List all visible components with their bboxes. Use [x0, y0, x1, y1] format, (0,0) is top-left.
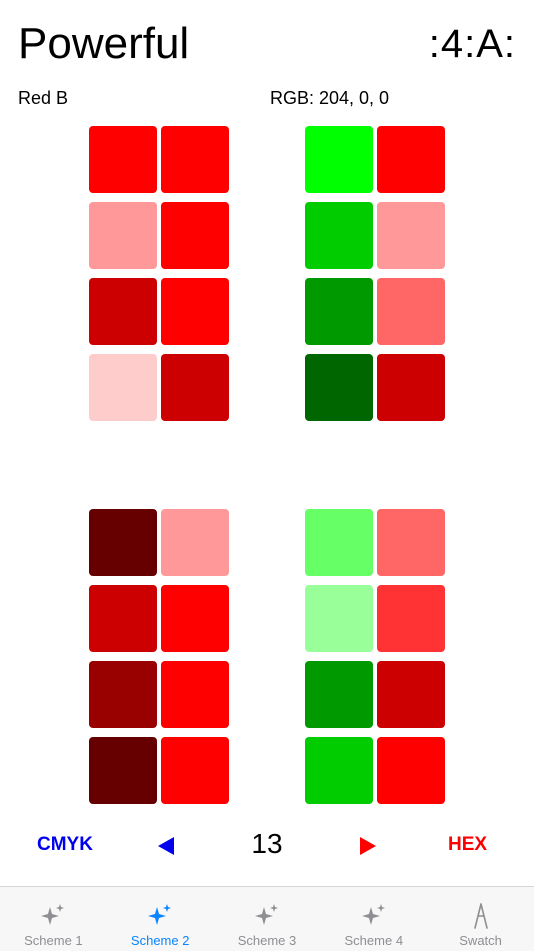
swatch-icon	[473, 903, 488, 929]
color-swatch[interactable]	[377, 585, 445, 652]
sparkle-icon	[361, 904, 385, 925]
color-swatch[interactable]	[377, 509, 445, 576]
color-swatch[interactable]	[305, 661, 373, 728]
color-swatch[interactable]	[305, 202, 373, 269]
color-swatch[interactable]	[377, 737, 445, 804]
color-swatch[interactable]	[161, 585, 229, 652]
tab-label: Swatch	[459, 933, 502, 948]
color-swatch[interactable]	[305, 585, 373, 652]
color-swatch[interactable]	[305, 278, 373, 345]
tab-scheme-2[interactable]: Scheme 2	[107, 887, 214, 951]
next-arrow-icon[interactable]	[360, 837, 376, 855]
color-swatch[interactable]	[161, 661, 229, 728]
tab-scheme-1[interactable]: Scheme 1	[0, 887, 107, 951]
scheme-grid-top-right	[305, 126, 445, 421]
color-name: Red B	[18, 88, 69, 108]
color-swatch[interactable]	[161, 126, 229, 193]
color-swatch[interactable]	[89, 737, 157, 804]
scheme-grid-bottom-left	[89, 509, 229, 804]
color-swatch[interactable]	[161, 278, 229, 345]
sparkle-icon	[254, 904, 278, 925]
color-swatch[interactable]	[305, 354, 373, 421]
bottom-controls: CMYK 13 HEX	[0, 824, 534, 868]
menu-button[interactable]: :4:A:	[429, 18, 516, 70]
sparkle-icon	[41, 904, 65, 925]
tab-label: Scheme 4	[344, 933, 404, 948]
tab-scheme-3[interactable]: Scheme 3	[214, 887, 321, 951]
sparkle-icon	[148, 904, 172, 925]
color-swatch[interactable]	[161, 354, 229, 421]
color-swatch[interactable]	[305, 509, 373, 576]
color-swatch[interactable]	[305, 126, 373, 193]
color-swatch[interactable]	[89, 278, 157, 345]
color-swatch[interactable]	[305, 737, 373, 804]
tab-label: Scheme 3	[237, 933, 297, 948]
color-swatch[interactable]	[377, 202, 445, 269]
color-swatch[interactable]	[377, 661, 445, 728]
color-swatch[interactable]	[377, 278, 445, 345]
color-swatch[interactable]	[377, 354, 445, 421]
color-swatch[interactable]	[161, 737, 229, 804]
tab-label: Scheme 2	[130, 933, 190, 948]
color-rgb: RGB: 204, 0, 0	[270, 88, 390, 108]
color-swatch[interactable]	[89, 509, 157, 576]
color-swatch[interactable]	[377, 126, 445, 193]
tab-swatch[interactable]: Swatch	[427, 887, 534, 951]
page-title: Powerful	[18, 19, 190, 68]
color-swatch[interactable]	[89, 202, 157, 269]
color-swatch[interactable]	[89, 354, 157, 421]
scheme-grid-bottom-right	[305, 509, 445, 804]
color-swatch[interactable]	[161, 509, 229, 576]
tab-scheme-4[interactable]: Scheme 4	[320, 887, 427, 951]
color-swatch[interactable]	[89, 661, 157, 728]
hex-button[interactable]: HEX	[448, 834, 487, 856]
color-swatch[interactable]	[89, 126, 157, 193]
scheme-grid-top-left	[89, 126, 229, 421]
color-swatch[interactable]	[89, 585, 157, 652]
color-swatch[interactable]	[161, 202, 229, 269]
tab-label: Scheme 1	[24, 933, 83, 948]
tab-bar: Scheme 1 Scheme 2 Scheme 3 Scheme 4 Swat…	[0, 886, 534, 951]
